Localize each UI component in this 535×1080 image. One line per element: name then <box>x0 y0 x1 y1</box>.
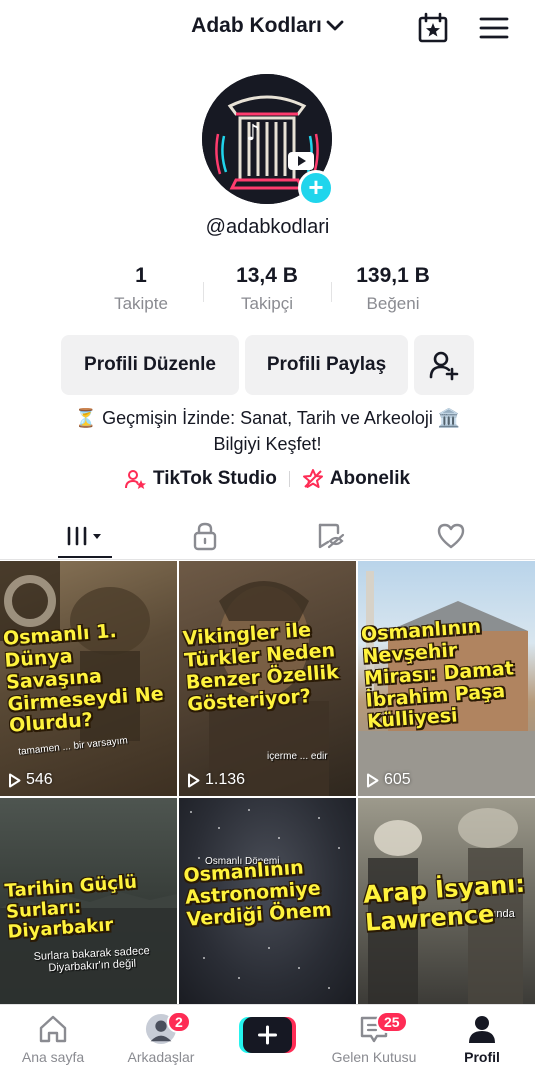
nav-profile[interactable]: Profil <box>432 1013 532 1065</box>
play-icon <box>188 773 200 787</box>
share-profile-button[interactable]: Profili Paylaş <box>245 335 408 395</box>
videos-grid-icon <box>67 526 101 546</box>
lock-icon <box>193 522 217 551</box>
add-story-button[interactable]: + <box>298 170 334 206</box>
video-title: Osmanlının Nevşehir Mirası: Damat İbrahi… <box>360 615 515 734</box>
chevron-down-icon <box>326 21 344 31</box>
nav-inbox-label: Gelen Kutusu <box>331 1049 417 1065</box>
friends-badge: 2 <box>167 1011 191 1033</box>
profile-bio: ⏳ Geçmişin İzinde: Sanat, Tarih ve Arkeo… <box>20 405 515 457</box>
subscription-link[interactable]: Abonelik <box>302 468 410 490</box>
tiktok-studio-link[interactable]: TikTok Studio <box>124 468 277 490</box>
bio-line: ⏳ Geçmişin İzinde: Sanat, Tarih ve Arkeo… <box>74 408 461 428</box>
followers-count: 13,4 B <box>236 264 298 287</box>
add-friends-button[interactable] <box>414 335 474 395</box>
video-title: Osmanlının Astronomiye Verdiği Önem <box>182 856 333 931</box>
edit-profile-button[interactable]: Profili Düzenle <box>61 335 239 395</box>
video-thumbnail[interactable]: Osmanlının Nevşehir Mirası: Damat İbrahi… <box>358 561 535 796</box>
bottom-navigation: Ana sayfa Arkadaşlar 2 Gelen Kutusu 25 P… <box>0 1004 535 1080</box>
links-divider <box>288 471 290 487</box>
view-count-value: 1.136 <box>205 771 246 788</box>
stat-divider <box>331 282 332 302</box>
create-button[interactable] <box>239 1017 296 1053</box>
profile-stats: 1 Takipte 13,4 B Takipçi 139,1 B Beğeni <box>0 264 535 324</box>
studio-user-icon <box>124 470 146 489</box>
video-title: Vikingler ile Türkler Neden Benzer Özell… <box>182 618 340 716</box>
likes-label: Beğeni <box>366 294 420 313</box>
subscription-star-icon <box>302 469 323 488</box>
nav-friends-label: Arkadaşlar <box>127 1049 195 1065</box>
video-title: Arap İsyanı: Lawrence <box>362 869 526 937</box>
video-thumbnail[interactable]: rasında Arap İsyanı: Lawrence <box>358 798 535 1004</box>
view-count-value: 605 <box>384 771 411 788</box>
followers-label: Takipçi <box>241 294 293 313</box>
view-count: 1.136 <box>187 771 245 789</box>
top-bar: Adab Kodları <box>0 0 535 58</box>
profile-icon <box>469 1016 495 1043</box>
repost-hidden-icon <box>318 523 345 549</box>
home-icon <box>39 1015 67 1043</box>
tab-reposts[interactable] <box>300 516 360 556</box>
bio-line: Bilgiyi Keşfet! <box>213 434 322 454</box>
video-thumbnail[interactable]: içerme ... edir Vikingler ile Türkler Ne… <box>179 561 356 796</box>
following-label: Takipte <box>114 294 168 313</box>
video-subtitle: içerme ... edir <box>267 751 328 762</box>
content-tabs <box>0 508 535 560</box>
account-switcher[interactable]: Adab Kodları <box>0 14 535 38</box>
stat-following[interactable]: 1 Takipte <box>81 264 201 314</box>
stat-followers[interactable]: 13,4 B Takipçi <box>207 264 327 314</box>
view-count: 605 <box>366 771 411 789</box>
subscription-label: Abonelik <box>329 468 411 489</box>
tab-videos[interactable] <box>55 516 115 556</box>
heart-icon <box>437 523 465 549</box>
video-thumbnail[interactable]: tamamen ... bir varsayım Osmanlı 1. Düny… <box>0 561 177 796</box>
video-title: Tarihin Güçlü Surları: Diyarbakır <box>3 871 138 944</box>
nav-home[interactable]: Ana sayfa <box>3 1013 103 1065</box>
stat-likes[interactable]: 139,1 B Beğeni <box>333 264 453 314</box>
calendar-star-icon[interactable] <box>417 12 449 44</box>
play-icon <box>367 773 379 787</box>
view-count-value: 546 <box>26 771 53 788</box>
video-thumbnail[interactable]: Tarihin Güçlü Surları: Diyarbakır Surlar… <box>0 798 177 1004</box>
inbox-badge: 25 <box>376 1011 408 1033</box>
video-title: Osmanlı 1. Dünya Savaşına Girmeseydi Ne … <box>2 620 165 738</box>
following-count: 1 <box>135 264 147 287</box>
active-tab-indicator <box>58 556 112 558</box>
username: @adabkodlari <box>205 216 330 238</box>
tab-private[interactable] <box>175 516 235 556</box>
account-name: Adab Kodları <box>191 14 322 37</box>
tab-liked[interactable] <box>421 516 481 556</box>
profile-links: TikTok Studio Abonelik <box>0 466 535 492</box>
studio-label: TikTok Studio <box>152 468 277 489</box>
add-user-icon <box>429 351 459 381</box>
video-thumbnail[interactable]: Osmanlı Dönemi Osmanlının Astronomiye Ve… <box>179 798 356 1004</box>
view-count: 546 <box>8 771 53 789</box>
nav-inbox[interactable]: Gelen Kutusu 25 <box>324 1011 424 1065</box>
play-icon <box>9 773 21 787</box>
likes-count: 139,1 B <box>356 264 430 287</box>
svg-text:♪: ♪ <box>246 121 260 146</box>
menu-icon[interactable] <box>478 12 510 44</box>
nav-friends[interactable]: Arkadaşlar 2 <box>111 1011 211 1065</box>
nav-home-label: Ana sayfa <box>21 1049 85 1065</box>
stat-divider <box>203 282 204 302</box>
nav-profile-label: Profil <box>464 1049 500 1065</box>
video-grid: tamamen ... bir varsayım Osmanlı 1. Düny… <box>0 561 535 1004</box>
